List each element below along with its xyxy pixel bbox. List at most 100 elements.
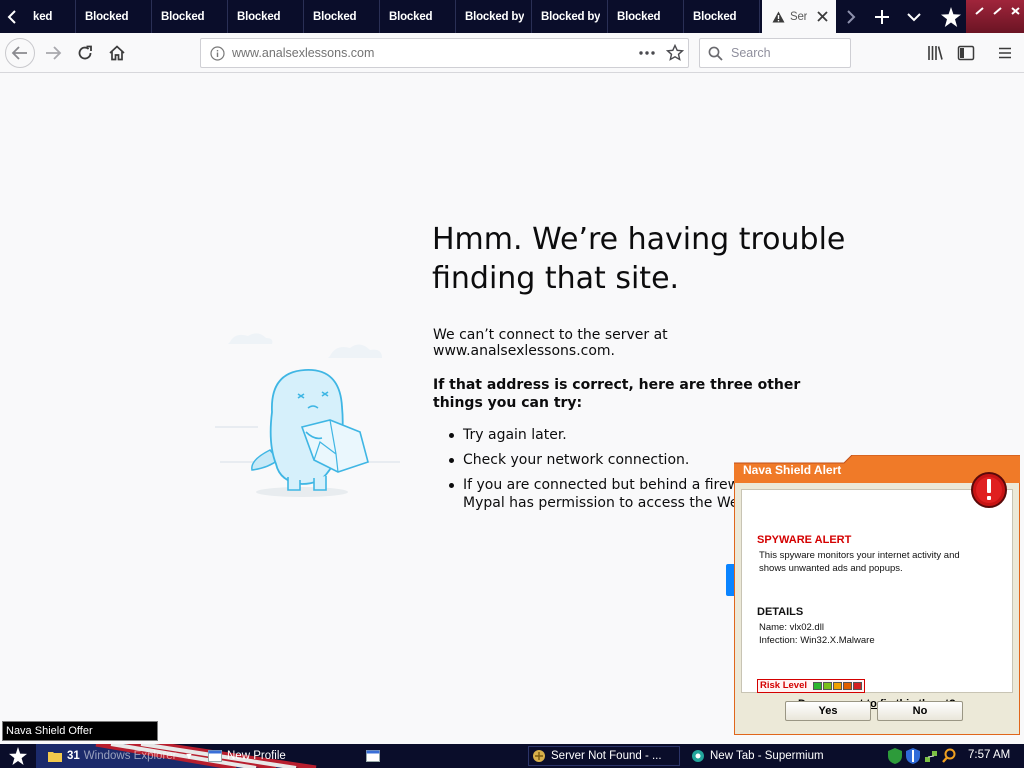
risk-segment xyxy=(813,682,822,690)
tab-label: Blocked xyxy=(237,10,281,23)
system-tray: 7:57 AM xyxy=(884,744,1024,768)
tab[interactable]: Blocked by xyxy=(456,0,532,33)
minimize-icon[interactable] xyxy=(974,6,986,16)
taskbar-window-item[interactable] xyxy=(366,746,396,766)
reload-icon xyxy=(78,45,92,60)
taskbar-supermium[interactable]: New Tab - Supermium xyxy=(688,746,840,766)
tab[interactable]: Blocked xyxy=(304,0,380,33)
info-icon[interactable] xyxy=(210,46,225,61)
alert-exclamation-icon xyxy=(971,472,1007,508)
url-bar[interactable]: www.analsexlessons.com xyxy=(200,38,689,68)
risk-level-label: Risk Level xyxy=(760,680,807,691)
network-icon[interactable] xyxy=(924,748,938,764)
supermium-browser-icon xyxy=(692,750,704,762)
taskbar-item-label: Server Not Found - ... xyxy=(551,750,662,762)
taskbar-windows-explorer[interactable]: 31 Windows Explorer ▼ xyxy=(48,746,198,766)
chevron-right-icon xyxy=(847,9,856,24)
mypal-browser-icon xyxy=(533,750,545,762)
taskbar-item-label: Windows Explorer xyxy=(83,750,177,762)
tab-active[interactable]: Ser xyxy=(762,0,836,33)
tab-label: Blocked xyxy=(313,10,357,23)
star-start-icon xyxy=(9,747,27,765)
tab[interactable]: Blocked xyxy=(380,0,456,33)
bookmark-star-icon[interactable] xyxy=(666,44,684,62)
nava-shield-alert-popup: Nava Shield Alert SPYWARE ALERT This spy… xyxy=(734,455,1020,735)
sidebar-icon xyxy=(957,45,975,61)
sidebar-button[interactable] xyxy=(952,39,980,67)
plus-icon xyxy=(875,9,889,24)
new-tab-button[interactable] xyxy=(866,0,898,33)
suggestion-item: Check your network connection. xyxy=(447,451,747,469)
error-title: Hmm. We’re having trouble finding that s… xyxy=(432,222,846,296)
tab[interactable]: Blocked xyxy=(76,0,152,33)
confused-dino-illustration xyxy=(215,333,400,497)
tab-label: ked xyxy=(33,10,53,23)
shield-icon[interactable] xyxy=(888,748,902,764)
no-button[interactable]: No xyxy=(877,701,963,721)
window-count: 31 xyxy=(67,750,80,762)
list-all-tabs-button[interactable] xyxy=(898,0,930,33)
close-window-icon[interactable] xyxy=(1010,6,1022,16)
suggestion-text-continued: Mypal has permission to access the Web. xyxy=(463,495,752,511)
yes-button[interactable]: Yes xyxy=(785,701,871,721)
tab[interactable]: Blocked xyxy=(228,0,304,33)
tab[interactable]: ked xyxy=(24,0,76,33)
suggestions-heading: If that address is correct, here are thr… xyxy=(433,377,801,411)
url-text[interactable]: www.analsexlessons.com xyxy=(232,46,374,60)
nava-shield-offer-tooltip: Nava Shield Offer xyxy=(2,721,158,741)
tab[interactable]: Blocked by xyxy=(532,0,608,33)
close-tab-icon[interactable] xyxy=(816,10,829,23)
scroll-tabs-left-button[interactable] xyxy=(0,0,24,33)
search-bar[interactable]: Search xyxy=(699,38,851,68)
tab[interactable]: Blocked xyxy=(684,0,760,33)
window-icon xyxy=(366,750,380,762)
taskbar-item-label: New Profile xyxy=(227,750,286,762)
home-button[interactable] xyxy=(103,39,131,67)
threat-name: Name: vlx02.dll xyxy=(759,622,824,633)
search-placeholder[interactable]: Search xyxy=(731,46,771,60)
search-tray-icon[interactable] xyxy=(942,748,956,764)
back-arrow-icon xyxy=(11,46,27,60)
chevron-left-icon xyxy=(7,9,16,24)
hamburger-menu-icon xyxy=(999,47,1011,59)
spyware-description: This spyware monitors your internet acti… xyxy=(759,550,960,574)
library-button[interactable] xyxy=(921,39,949,67)
dropdown-arrow-icon: ▼ xyxy=(184,751,194,761)
spyware-alert-title: SPYWARE ALERT xyxy=(757,534,852,546)
back-button[interactable] xyxy=(5,38,35,68)
maximize-icon[interactable] xyxy=(992,6,1004,16)
tab-label: Blocked xyxy=(693,10,737,23)
suggestion-text: Try again later. xyxy=(463,427,567,443)
window-icon xyxy=(208,750,222,762)
tab-label: Blocked xyxy=(85,10,129,23)
warning-icon xyxy=(772,11,785,22)
tab-label: Ser xyxy=(790,10,808,23)
library-icon xyxy=(928,46,943,60)
popup-title: Nava Shield Alert xyxy=(743,463,842,477)
security-shield-icon[interactable] xyxy=(906,748,920,764)
taskbar-new-profile[interactable]: New Profile xyxy=(208,746,348,766)
window-controls xyxy=(966,0,1024,33)
folder-icon xyxy=(48,752,62,762)
tab-label: Blocked xyxy=(389,10,433,23)
start-button[interactable] xyxy=(0,744,36,768)
star-logo-icon xyxy=(936,0,966,33)
forward-arrow-icon xyxy=(46,46,62,60)
tab[interactable]: Blocked xyxy=(608,0,684,33)
tab-label: Blocked xyxy=(161,10,205,23)
clock[interactable]: 7:57 AM xyxy=(968,749,1010,761)
hamburger-menu-button[interactable] xyxy=(991,39,1019,67)
details-title: DETAILS xyxy=(757,606,804,618)
popup-body: SPYWARE ALERT This spyware monitors your… xyxy=(734,483,1020,735)
threat-infection: Infection: Win32.X.Malware xyxy=(759,635,875,646)
forward-button[interactable] xyxy=(39,39,67,67)
reload-button[interactable] xyxy=(71,39,99,67)
risk-segment xyxy=(823,682,832,690)
tab[interactable]: Blocked xyxy=(152,0,228,33)
risk-segment xyxy=(853,682,862,690)
scroll-tabs-right-button[interactable] xyxy=(836,0,866,33)
taskbar-server-not-found[interactable]: Server Not Found - ... xyxy=(528,746,680,766)
suggestion-text: Check your network connection. xyxy=(463,452,690,468)
more-actions-icon[interactable] xyxy=(638,45,656,61)
taskbar-item-label: New Tab - Supermium xyxy=(710,750,824,762)
